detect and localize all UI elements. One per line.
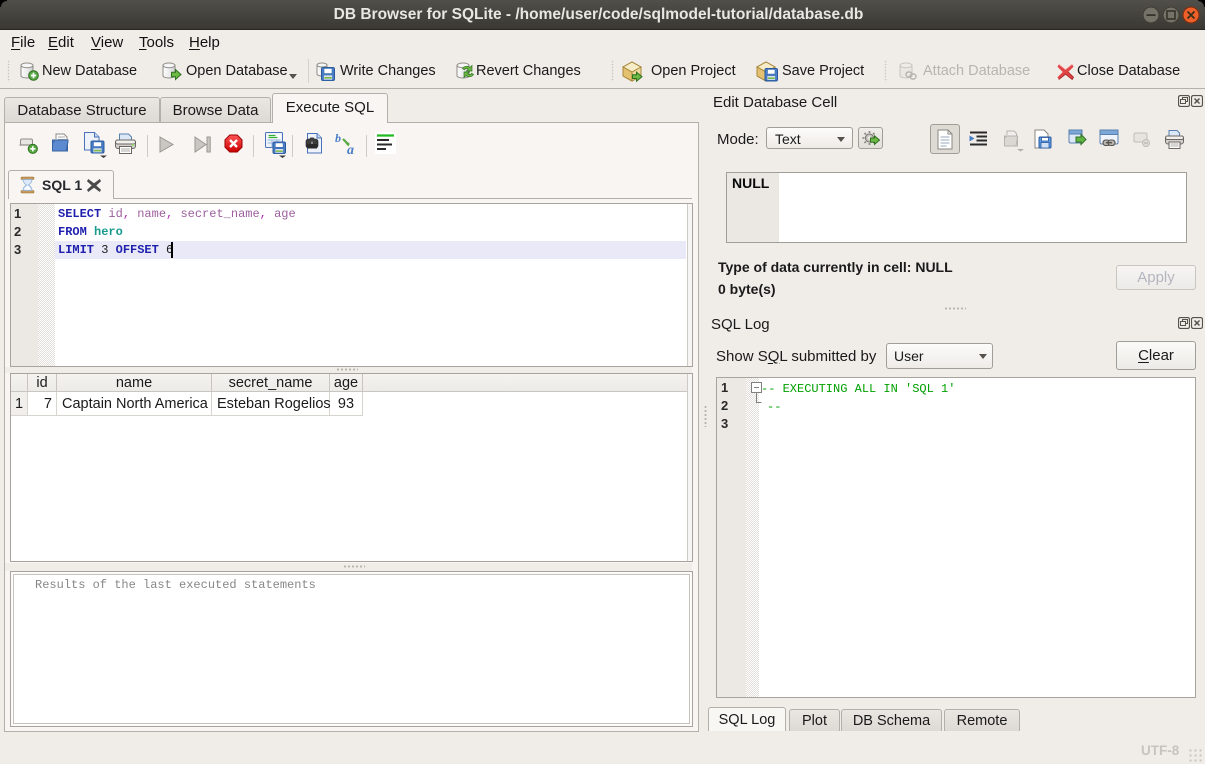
svg-text:b: b	[335, 132, 341, 145]
